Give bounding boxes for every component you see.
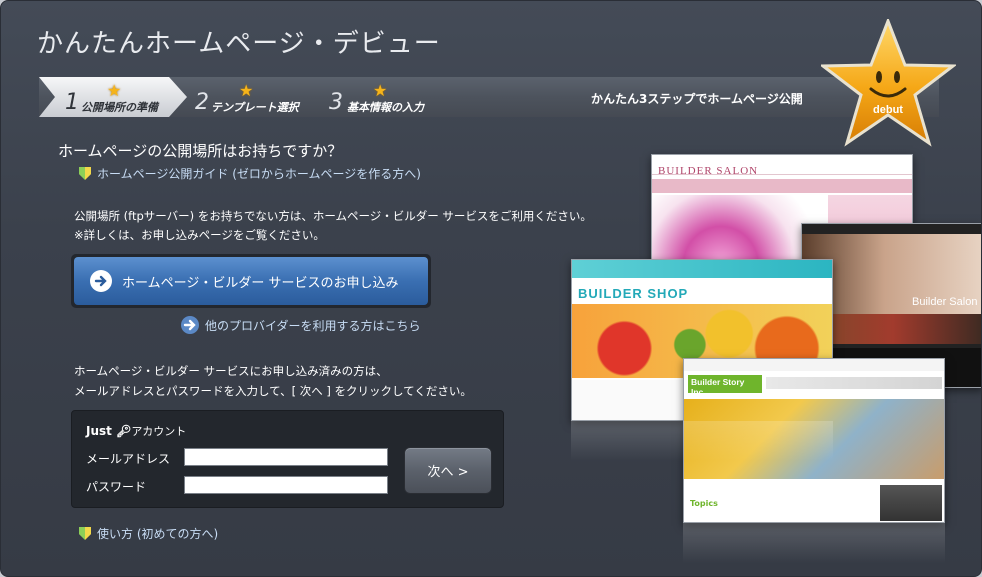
apply-service-button-face: ホームページ・ビルダー サービスのお申し込み <box>74 257 428 305</box>
login-instructions: ホームページ・ビルダー サービスにお申し込み済みの方は、 メールアドレスとパスワ… <box>74 361 472 401</box>
step-number: 3 <box>329 90 343 115</box>
apply-service-button[interactable]: ホームページ・ビルダー サービスのお申し込み <box>71 254 431 308</box>
star-icon: ★ <box>107 81 122 100</box>
step-number: 1 <box>65 90 79 115</box>
step-3: ★ 3 基本情報の入力 <box>327 77 467 117</box>
preview-reflection <box>571 421 833 461</box>
password-field[interactable] <box>184 476 388 494</box>
service-description: 公開場所 (ftpサーバー) をお持ちでない方は、ホームページ・ビルダー サービ… <box>74 207 592 245</box>
login-instructions-line: ホームページ・ビルダー サービスにお申し込み済みの方は、 <box>74 364 388 378</box>
service-description-line: 公開場所 (ftpサーバー) をお持ちでない方は、ホームページ・ビルダー サービ… <box>74 209 592 223</box>
preview-title: BUILDER SHOP <box>578 286 689 301</box>
step-1: ★ 1 公開場所の準備 <box>39 77 187 117</box>
step-label: テンプレート選択 <box>211 101 299 114</box>
step-bar: ★ 1 公開場所の準備 ★ 2 テンプレート選択 ★ 3 基本情報の入力 <box>39 77 939 117</box>
app-window: かんたんホームページ・デビュー ★ 1 公開場所の準備 ★ 2 テンプレート選択… <box>0 0 982 577</box>
shield-icon <box>79 167 91 180</box>
step-2: ★ 2 テンプレート選択 <box>189 77 319 117</box>
usage-guide-link[interactable]: 使い方 (初めての方へ) <box>79 525 218 542</box>
preview-title: Builder Story Inc. <box>688 375 762 397</box>
next-button[interactable]: 次へ > <box>404 447 492 494</box>
app-title: かんたんホームページ・デビュー <box>37 29 441 59</box>
badge-text: debut <box>873 104 903 116</box>
step-label: 公開場所の準備 <box>81 101 158 114</box>
guide-link[interactable]: ホームページ公開ガイド (ゼロからホームページを作る方へ) <box>79 165 421 182</box>
key-icon: 🔑︎ <box>116 424 132 438</box>
other-provider-label: 他のプロバイダーを利用する方はこちら <box>205 318 421 333</box>
login-title-brand: Just <box>86 424 112 438</box>
star-icon: ★ <box>373 81 388 100</box>
debut-star-logo: debut <box>821 19 956 147</box>
arrow-right-icon <box>181 316 199 334</box>
preview-title: Builder Salon <box>912 296 978 308</box>
preview-reflection <box>683 523 945 563</box>
guide-link-label: ホームページ公開ガイド (ゼロからホームページを作る方へ) <box>97 167 421 181</box>
tagline: かんたん3ステップでホームページ公開 <box>591 92 803 106</box>
login-title-suffix: アカウント <box>131 425 187 438</box>
other-provider-link[interactable]: 他のプロバイダーを利用する方はこちら <box>181 316 421 334</box>
star-icon: ★ <box>239 81 254 100</box>
apply-service-label: ホームページ・ビルダー サービスのお申し込み <box>122 275 399 291</box>
login-title: Just 🔑︎アカウント <box>86 423 186 439</box>
arrow-right-icon <box>90 270 112 292</box>
password-label: パスワード <box>86 480 147 494</box>
usage-guide-label: 使い方 (初めての方へ) <box>97 527 219 541</box>
email-label: メールアドレス <box>86 452 171 466</box>
question-heading: ホームページの公開場所はお持ちですか？ <box>58 142 343 160</box>
preview-topics: Topics <box>690 499 718 508</box>
step-number: 2 <box>195 90 209 115</box>
preview-title: BUILDER SALON <box>658 165 759 177</box>
login-instructions-line: メールアドレスとパスワードを入力して、[ 次へ ] をクリックしてください。 <box>74 384 472 398</box>
login-panel: Just 🔑︎アカウント メールアドレス パスワード 次へ > <box>71 410 504 508</box>
email-field[interactable] <box>184 448 388 466</box>
step-label: 基本情報の入力 <box>347 101 424 114</box>
service-description-note: ※詳しくは、お申し込みページをご覧ください。 <box>74 228 325 242</box>
shield-icon <box>79 527 91 540</box>
